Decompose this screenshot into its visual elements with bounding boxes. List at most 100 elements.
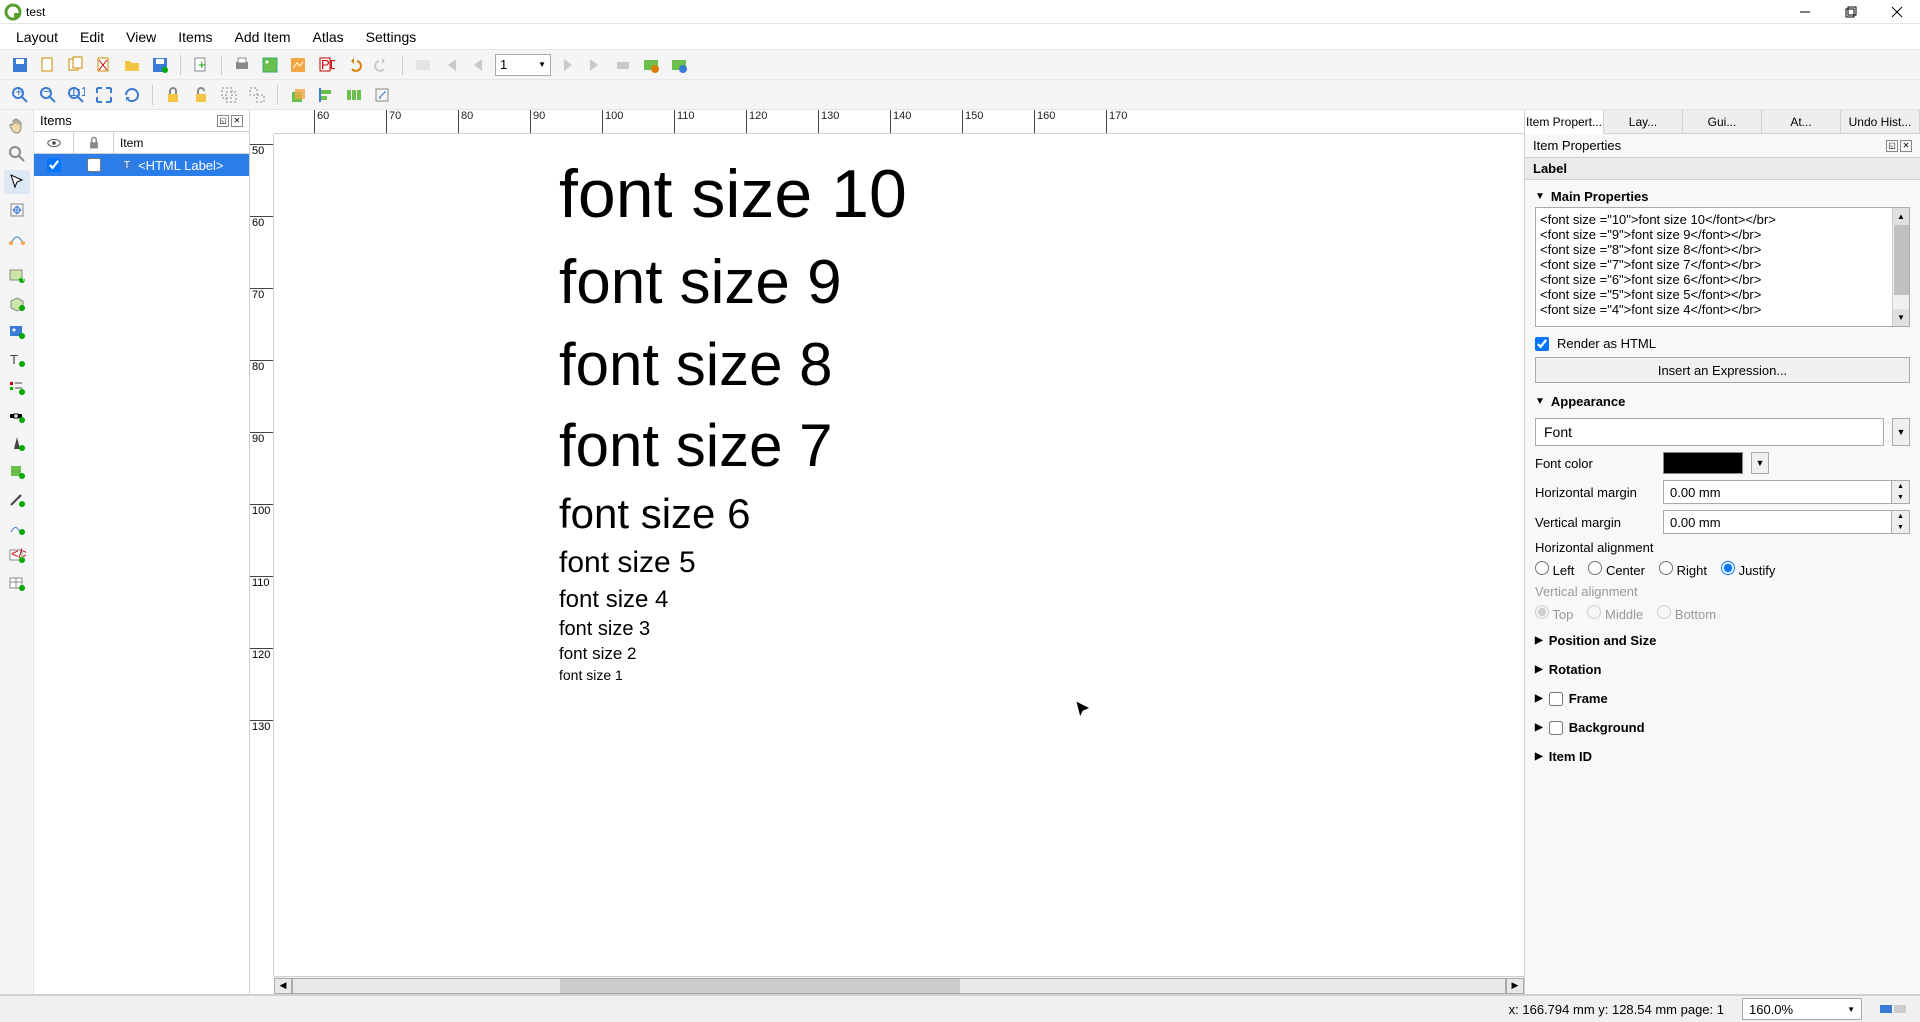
hmargin-input[interactable]: ▲▼: [1663, 480, 1910, 504]
ungroup-icon[interactable]: [245, 83, 269, 107]
background-head[interactable]: ▶Background: [1535, 717, 1910, 738]
panel-float-icon[interactable]: ◱: [1886, 140, 1898, 152]
item-visible-checkbox[interactable]: [47, 158, 61, 172]
minimize-button[interactable]: [1782, 0, 1828, 24]
zoom-tool-icon[interactable]: [4, 142, 30, 166]
item-lock-checkbox[interactable]: [87, 158, 101, 172]
save-icon[interactable]: [8, 53, 32, 77]
add-3dmap-icon[interactable]: [4, 292, 30, 316]
tab-layout[interactable]: Lay...: [1604, 110, 1683, 133]
halign-justify-radio[interactable]: [1721, 561, 1735, 575]
rotation-head[interactable]: ▶Rotation: [1535, 659, 1910, 680]
zoom-combo[interactable]: 160.0%▼: [1742, 998, 1862, 1020]
menu-add-item[interactable]: Add Item: [225, 25, 301, 49]
next-feature-icon[interactable]: [555, 53, 579, 77]
canvas-viewport[interactable]: font size 10font size 9font size 8font s…: [274, 134, 1524, 976]
canvas-hscrollbar[interactable]: ◀ ▶: [274, 976, 1524, 994]
render-html-checkbox[interactable]: [1535, 337, 1549, 351]
edit-nodes-tool-icon[interactable]: [4, 226, 30, 250]
tab-item-properties[interactable]: Item Propert...: [1525, 110, 1604, 134]
first-feature-icon[interactable]: [439, 53, 463, 77]
position-size-head[interactable]: ▶Position and Size: [1535, 630, 1910, 651]
duplicate-layout-icon[interactable]: [64, 53, 88, 77]
menu-items[interactable]: Items: [168, 25, 222, 49]
textarea-scrollbar[interactable]: ▲ ▼: [1892, 208, 1909, 326]
add-page-icon[interactable]: +: [189, 53, 213, 77]
align-left-icon[interactable]: [314, 83, 338, 107]
items-col-visibility[interactable]: [34, 132, 74, 153]
items-col-lock[interactable]: [74, 132, 114, 153]
panel-float-icon[interactable]: ◱: [217, 115, 229, 127]
main-properties-head[interactable]: ▼Main Properties: [1535, 186, 1910, 207]
menu-view[interactable]: View: [116, 25, 166, 49]
background-checkbox[interactable]: [1549, 721, 1563, 735]
item-id-head[interactable]: ▶Item ID: [1535, 746, 1910, 767]
zoom-slider[interactable]: [1880, 1003, 1910, 1015]
font-color-swatch[interactable]: [1663, 452, 1743, 474]
appearance-head[interactable]: ▼Appearance: [1535, 391, 1910, 412]
label-text-input[interactable]: [1535, 207, 1910, 327]
menu-edit[interactable]: Edit: [70, 25, 114, 49]
redo-icon[interactable]: [370, 53, 394, 77]
panel-close-icon[interactable]: ✕: [231, 115, 243, 127]
zoom-in-icon[interactable]: +: [8, 83, 32, 107]
unlock-icon[interactable]: [189, 83, 213, 107]
distribute-icon[interactable]: [342, 83, 366, 107]
add-arrow-icon[interactable]: [4, 488, 30, 512]
add-north-arrow-icon[interactable]: [4, 432, 30, 456]
font-dropdown-icon[interactable]: ▼: [1892, 418, 1910, 446]
export-pdf-icon[interactable]: PDF: [314, 53, 338, 77]
move-content-tool-icon[interactable]: [4, 198, 30, 222]
prev-feature-icon[interactable]: [467, 53, 491, 77]
atlas-toggle-icon[interactable]: [411, 53, 435, 77]
frame-head[interactable]: ▶Frame: [1535, 688, 1910, 709]
atlas-export-icon[interactable]: [639, 53, 663, 77]
undo-icon[interactable]: [342, 53, 366, 77]
new-layout-icon[interactable]: [36, 53, 60, 77]
halign-left-radio[interactable]: [1535, 561, 1549, 575]
atlas-page-combo[interactable]: 1▼: [495, 54, 551, 76]
export-svg-icon[interactable]: [286, 53, 310, 77]
scroll-left-icon[interactable]: ◀: [274, 978, 292, 994]
halign-center-radio[interactable]: [1588, 561, 1602, 575]
add-nodebased-icon[interactable]: [4, 516, 30, 540]
pan-tool-icon[interactable]: [4, 114, 30, 138]
zoom-out-icon[interactable]: −: [36, 83, 60, 107]
add-scalebar-icon[interactable]: [4, 404, 30, 428]
raise-icon[interactable]: [286, 83, 310, 107]
add-shape-icon[interactable]: [4, 460, 30, 484]
select-tool-icon[interactable]: [4, 170, 30, 194]
lock-icon[interactable]: [161, 83, 185, 107]
maximize-button[interactable]: [1828, 0, 1874, 24]
add-map-icon[interactable]: +: [4, 264, 30, 288]
menu-settings[interactable]: Settings: [356, 25, 427, 49]
layout-page[interactable]: font size 10font size 9font size 8font s…: [274, 134, 1374, 934]
html-label-item[interactable]: font size 10font size 9font size 8font s…: [559, 149, 907, 685]
frame-checkbox[interactable]: [1549, 692, 1563, 706]
menu-layout[interactable]: Layout: [6, 25, 68, 49]
resize-icon[interactable]: [370, 83, 394, 107]
tab-undo-history[interactable]: Undo Hist...: [1841, 110, 1920, 133]
halign-right-radio[interactable]: [1659, 561, 1673, 575]
add-label-icon[interactable]: T: [4, 348, 30, 372]
delete-layout-icon[interactable]: [92, 53, 116, 77]
atlas-settings-icon[interactable]: [667, 53, 691, 77]
save-template-icon[interactable]: [148, 53, 172, 77]
font-color-dropdown-icon[interactable]: ▼: [1751, 452, 1769, 474]
open-layout-icon[interactable]: [120, 53, 144, 77]
menu-atlas[interactable]: Atlas: [303, 25, 354, 49]
add-legend-icon[interactable]: [4, 376, 30, 400]
insert-expression-button[interactable]: Insert an Expression...: [1535, 357, 1910, 383]
export-image-icon[interactable]: [258, 53, 282, 77]
tab-guides[interactable]: Gui...: [1683, 110, 1762, 133]
scroll-right-icon[interactable]: ▶: [1506, 978, 1524, 994]
zoom-full-icon[interactable]: 1:1: [64, 83, 88, 107]
panel-close-icon[interactable]: ✕: [1900, 140, 1912, 152]
group-icon[interactable]: [217, 83, 241, 107]
last-feature-icon[interactable]: [583, 53, 607, 77]
font-button[interactable]: Font: [1535, 418, 1884, 446]
close-button[interactable]: [1874, 0, 1920, 24]
vmargin-input[interactable]: ▲▼: [1663, 510, 1910, 534]
zoom-fit-icon[interactable]: [92, 83, 116, 107]
item-row[interactable]: T <HTML Label>: [34, 154, 249, 176]
